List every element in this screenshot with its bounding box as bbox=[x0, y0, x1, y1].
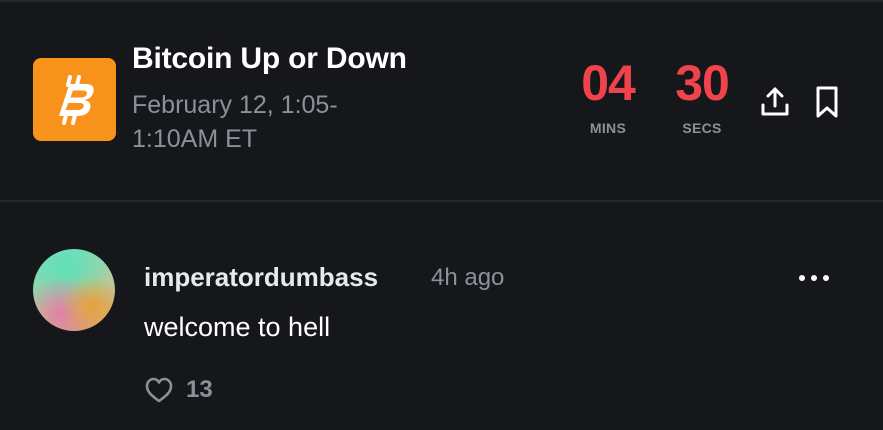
bookmark-icon bbox=[816, 86, 838, 118]
market-header: Bitcoin Up or Down February 12, 1:05-1:1… bbox=[0, 2, 883, 200]
comment-username[interactable]: imperatordumbass bbox=[144, 262, 378, 293]
bitcoin-icon bbox=[33, 58, 116, 141]
like-count: 13 bbox=[186, 376, 213, 403]
bookmark-button[interactable] bbox=[809, 82, 845, 122]
countdown-seconds: 30 bbox=[675, 55, 730, 111]
market-date: February 12, 1:05-1:10AM ET bbox=[132, 91, 338, 153]
countdown-minutes-label: MINS bbox=[589, 120, 627, 136]
share-button[interactable] bbox=[757, 82, 793, 122]
share-icon bbox=[761, 87, 789, 116]
more-options-button[interactable] bbox=[794, 266, 834, 290]
countdown-minutes: 04 bbox=[581, 55, 636, 111]
market-title[interactable]: Bitcoin Up or Down bbox=[132, 42, 407, 76]
avatar[interactable] bbox=[33, 249, 115, 331]
comment-text: welcome to hell bbox=[144, 312, 331, 342]
market-comments-page: Bitcoin Up or Down February 12, 1:05-1:1… bbox=[0, 0, 883, 430]
like-button[interactable] bbox=[143, 375, 175, 405]
more-horizontal-icon bbox=[799, 275, 829, 281]
header-divider bbox=[0, 200, 883, 202]
comment-timestamp: 4h ago bbox=[431, 264, 505, 291]
heart-icon bbox=[145, 377, 173, 403]
countdown-seconds-label: SECS bbox=[682, 120, 722, 136]
